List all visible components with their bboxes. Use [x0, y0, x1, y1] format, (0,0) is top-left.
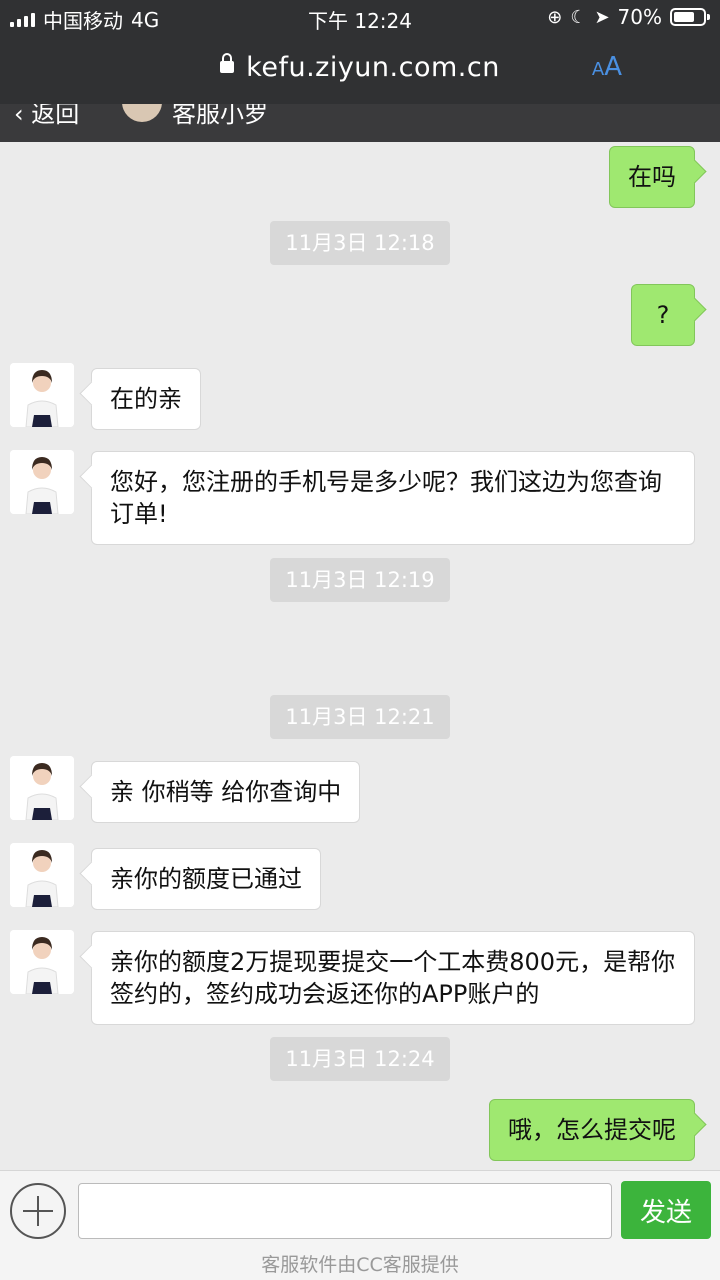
agent-name: 客服小罗 [172, 104, 268, 128]
powered-by-footer: 客服软件由CC客服提供 [0, 1250, 720, 1280]
battery-percent: 70% [617, 5, 662, 29]
agent-avatar-small [122, 104, 162, 122]
message-outgoing[interactable]: 哦，怎么提交呢 [489, 1099, 695, 1161]
message-incoming[interactable]: 在的亲 [91, 368, 201, 430]
message-incoming[interactable]: 亲你的额度已通过 [91, 848, 321, 910]
orientation-lock-icon: ⊕ [547, 6, 563, 28]
location-icon: ➤ [594, 6, 610, 28]
input-bar: 发送 [0, 1170, 720, 1251]
text-size-button[interactable]: AA [592, 52, 622, 82]
timestamp: 11月3日 12:24 [270, 1037, 450, 1081]
url-text: kefu.ziyun.com.cn [246, 52, 500, 83]
plus-icon[interactable] [10, 1183, 66, 1239]
agent-avatar [10, 756, 74, 820]
chat-area[interactable]: 在吗 11月3日 12:18 ? 在的亲 您好，您注册的手机号是多少呢？我们这边… [0, 142, 720, 1170]
message-incoming[interactable]: 亲 你稍等 给你查询中 [91, 761, 361, 823]
back-button[interactable]: ‹ 返回 [14, 104, 79, 129]
moon-icon: ☾ [570, 6, 587, 28]
message-input[interactable] [78, 1183, 612, 1239]
message-outgoing[interactable]: 在吗 [609, 146, 695, 208]
message-incoming[interactable]: 您好，您注册的手机号是多少呢？我们这边为您查询订单! [91, 451, 695, 545]
chat-header: ‹ 返回 客服小罗 [0, 104, 720, 142]
message-outgoing[interactable]: ? [631, 284, 695, 346]
timestamp: 11月3日 12:19 [270, 558, 450, 602]
timestamp: 11月3日 12:18 [270, 221, 450, 265]
browser-top-bar: 中国移动 4G 下午 12:24 ⊕ ☾ ➤ 70% kefu.ziyun.co… [0, 0, 720, 104]
url-bar[interactable]: kefu.ziyun.com.cn AA [0, 40, 720, 98]
message-incoming[interactable]: 亲你的额度2万提现要提交一个工本费800元，是帮你签约的，签约成功会返还你的AP… [91, 931, 695, 1025]
battery-icon [670, 8, 710, 26]
lock-icon [220, 52, 235, 73]
agent-avatar [10, 450, 74, 514]
agent-avatar [10, 930, 74, 994]
agent-avatar [10, 843, 74, 907]
send-button[interactable]: 发送 [621, 1181, 711, 1239]
agent-avatar [10, 363, 74, 427]
status-bar: 中国移动 4G 下午 12:24 ⊕ ☾ ➤ 70% [0, 0, 720, 34]
timestamp: 11月3日 12:21 [270, 695, 450, 739]
battery-fill [674, 12, 694, 22]
